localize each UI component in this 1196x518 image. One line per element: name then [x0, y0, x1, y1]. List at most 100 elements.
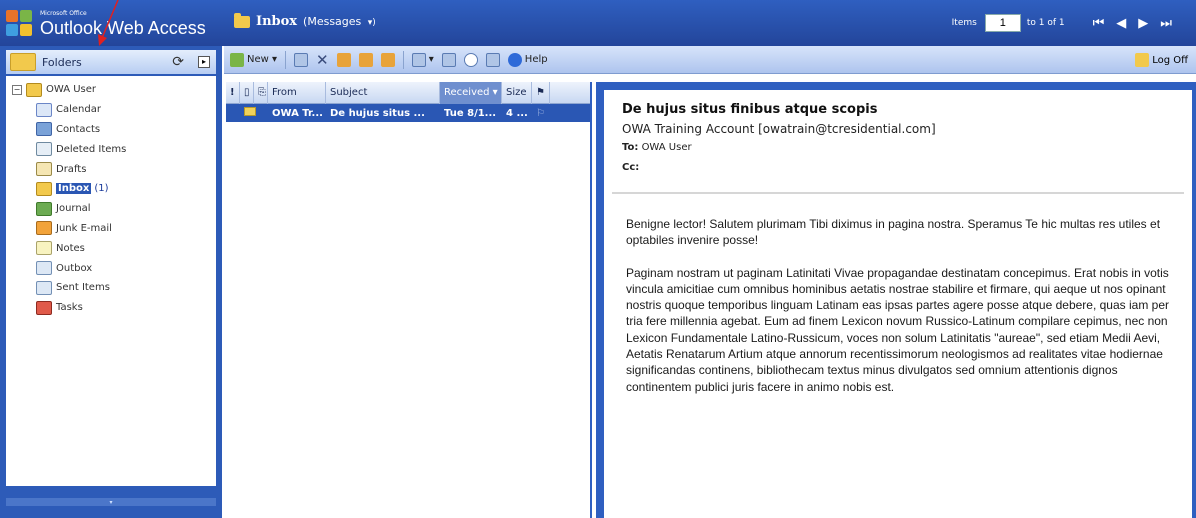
- refresh-icon[interactable]: ⟳: [172, 54, 184, 70]
- folders-header[interactable]: Folders ⟳ ▸: [6, 50, 216, 74]
- message-from[interactable]: OWA Training Account [owatrain@tcresiden…: [622, 122, 1184, 136]
- folder-pane: Folders ⟳ ▸ − OWA User Calendar Contacts…: [0, 46, 222, 518]
- toolbar-separator: [285, 50, 287, 69]
- folder-outbox[interactable]: Outbox: [12, 258, 216, 278]
- message-list: ! ▯ ⎘ From Subject Received ▾ Size ⚑ OWA…: [226, 81, 592, 518]
- folder-icon: [234, 12, 250, 28]
- folder-label[interactable]: Calendar: [56, 104, 101, 115]
- folders-label[interactable]: Folders: [42, 56, 82, 69]
- current-folder-title: Inbox: [256, 14, 298, 29]
- logo-small-text: Microsoft Office: [40, 10, 87, 17]
- folders-icon: [10, 53, 36, 71]
- folder-root[interactable]: − OWA User: [12, 80, 216, 100]
- help-icon: [507, 52, 522, 67]
- view-selector[interactable]: (Messages ▾): [303, 15, 376, 28]
- folder-label[interactable]: Notes: [56, 243, 85, 254]
- previous-page-icon[interactable]: ◀: [1116, 16, 1126, 31]
- folder-calendar[interactable]: Calendar: [12, 100, 216, 120]
- folder-label[interactable]: Journal: [56, 203, 91, 214]
- table-row[interactable]: OWA Tr... De hujus situs ... Tue 8/1... …: [226, 104, 590, 122]
- forward-button[interactable]: [380, 52, 395, 67]
- folder-journal[interactable]: Journal: [12, 199, 216, 219]
- folder-label[interactable]: Junk E-mail: [56, 223, 112, 234]
- folder-label[interactable]: Sent Items: [56, 282, 110, 293]
- column-flag-icon[interactable]: ⚑: [532, 81, 550, 104]
- view-dropdown-icon[interactable]: ▾): [368, 18, 376, 28]
- reply-icon: [336, 52, 351, 67]
- folder-junk-email[interactable]: Junk E-mail: [12, 219, 216, 239]
- find-icon: [463, 52, 478, 67]
- folder-label[interactable]: Contacts: [56, 124, 100, 135]
- page-number-input[interactable]: [984, 14, 1021, 32]
- folder-label[interactable]: Deleted Items: [56, 144, 126, 155]
- drafts-icon: [36, 162, 52, 177]
- body-paragraph: Paginam nostram ut paginam Latinitati Vi…: [626, 265, 1169, 394]
- subject-cell: De hujus situs ...: [330, 107, 425, 119]
- folder-label[interactable]: Tasks: [56, 302, 83, 313]
- address-book-button[interactable]: [485, 52, 500, 67]
- folder-drafts[interactable]: Drafts: [12, 159, 216, 179]
- log-off-button[interactable]: Log Off: [1135, 53, 1188, 67]
- items-label: Items: [951, 18, 977, 28]
- check-messages-button[interactable]: [441, 52, 456, 67]
- envelope-cell: [240, 107, 268, 119]
- find-button[interactable]: [463, 52, 478, 67]
- check-messages-icon: [441, 52, 456, 67]
- reply-button[interactable]: [336, 52, 351, 67]
- folder-contacts[interactable]: Contacts: [12, 120, 216, 140]
- pane-splitter[interactable]: ▾: [6, 498, 216, 506]
- new-dropdown-icon[interactable]: ▾: [269, 54, 277, 65]
- move-to-folder-button[interactable]: [294, 52, 309, 67]
- message-body: Benigne lector! Salutem plurimam Tibi di…: [604, 194, 1192, 395]
- folder-inbox[interactable]: Inbox (1): [12, 179, 216, 199]
- folder-label[interactable]: Drafts: [56, 164, 86, 175]
- column-type-icon[interactable]: ▯: [240, 81, 254, 104]
- message-to-line: To: OWA User: [622, 142, 1184, 153]
- message-to[interactable]: OWA User: [642, 142, 692, 153]
- delete-button[interactable]: ✕: [316, 51, 329, 69]
- column-size[interactable]: Size: [502, 81, 532, 104]
- inbox-icon: [36, 181, 52, 196]
- folder-deleted-items[interactable]: Deleted Items: [12, 139, 216, 159]
- splitter-chevron-icon[interactable]: ▾: [109, 499, 112, 506]
- received-label: Received: [444, 87, 490, 98]
- envelope-icon: [244, 107, 256, 116]
- collapse-tree-icon[interactable]: −: [12, 84, 22, 95]
- next-page-icon[interactable]: ▶: [1138, 16, 1148, 31]
- folder-label[interactable]: Outbox: [56, 263, 92, 274]
- message-header: De hujus situs finibus atque scopis OWA …: [612, 90, 1184, 194]
- folder-label[interactable]: Inbox: [56, 183, 92, 195]
- column-importance[interactable]: !: [226, 81, 240, 104]
- new-button[interactable]: New ▾: [230, 52, 277, 67]
- column-received[interactable]: Received ▾: [440, 81, 502, 104]
- column-subject[interactable]: Subject: [326, 81, 440, 104]
- reply-all-button[interactable]: [358, 52, 373, 67]
- root-label[interactable]: OWA User: [46, 84, 96, 95]
- deleted-items-icon: [36, 142, 52, 157]
- received-cell: Tue 8/1...: [444, 107, 497, 119]
- message-subject: De hujus situs finibus atque scopis: [622, 102, 878, 117]
- toolbar: New ▾ ✕ ▾ Help Log Off: [224, 46, 1196, 74]
- folder-tasks[interactable]: Tasks: [12, 298, 216, 318]
- last-page-icon[interactable]: ⏭: [1160, 16, 1172, 31]
- journal-icon: [36, 201, 52, 216]
- collapse-pane-icon[interactable]: ▸: [198, 56, 210, 68]
- help-label: Help: [524, 54, 548, 65]
- app-title: Outlook Web Access: [40, 18, 206, 38]
- reading-pane-button[interactable]: ▾: [411, 52, 434, 67]
- flag-icon[interactable]: ⚐: [532, 108, 550, 119]
- help-button[interactable]: Help: [507, 52, 548, 67]
- folder-notes[interactable]: Notes: [12, 238, 216, 258]
- move-icon: [294, 52, 309, 67]
- body-paragraph: Benigne lector! Salutem plurimam Tibi di…: [626, 217, 1161, 248]
- calendar-icon: [36, 102, 52, 117]
- reading-pane-icon: [411, 52, 426, 67]
- list-header: ! ▯ ⎘ From Subject Received ▾ Size ⚑: [226, 81, 590, 104]
- column-attachment-icon[interactable]: ⎘: [254, 81, 268, 104]
- address-book-icon: [485, 52, 500, 67]
- first-page-icon[interactable]: ⏮: [1093, 16, 1105, 31]
- sort-descending-icon: ▾: [489, 87, 498, 98]
- column-from[interactable]: From: [268, 81, 326, 104]
- folder-sent-items[interactable]: Sent Items: [12, 278, 216, 298]
- forward-icon: [380, 52, 395, 67]
